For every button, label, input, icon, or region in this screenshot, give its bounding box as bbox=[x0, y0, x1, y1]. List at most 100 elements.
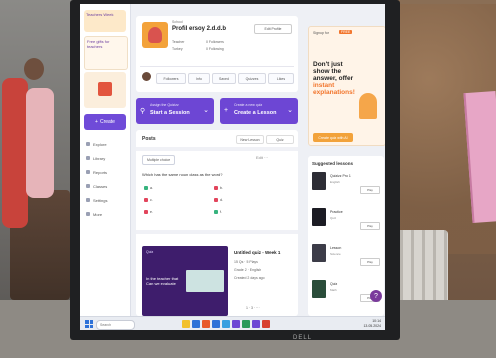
suggested-title[interactable]: Lesson bbox=[330, 246, 341, 250]
sidebar: Teachers Week Free gifts for teachers + … bbox=[80, 4, 131, 316]
taskbar-app-icon[interactable] bbox=[222, 320, 230, 328]
suggested-subtitle: English bbox=[330, 180, 340, 184]
sidebar-item-label: Reports bbox=[93, 169, 108, 175]
promo-top-label: Signup for bbox=[313, 31, 329, 35]
sidebar-item-label: Library bbox=[93, 155, 106, 161]
create-lesson-sublabel: Create a new quiz bbox=[234, 103, 263, 107]
quiz-info-line: Grade 2 · English bbox=[234, 268, 262, 272]
sidebar-promo-card[interactable]: Teachers Week bbox=[84, 10, 126, 32]
create-button-label: Create bbox=[99, 119, 115, 125]
suggested-heading: Suggested lessons bbox=[312, 161, 354, 166]
question-text: Which has the same noun class as the wor… bbox=[142, 172, 223, 177]
answer-option-a: a. bbox=[144, 186, 153, 190]
reports-icon bbox=[86, 170, 90, 174]
create-button[interactable]: + Create bbox=[84, 114, 126, 130]
suggested-title[interactable]: Quizizz Pro 1 bbox=[330, 174, 351, 178]
quiz-info-line: 15 Qs · 5 Plays bbox=[234, 260, 258, 264]
suggested-thumbnail bbox=[312, 244, 326, 262]
search-icon: ⚲ bbox=[140, 108, 146, 115]
suggested-thumbnail bbox=[312, 208, 326, 226]
quiz-thumbnail-image bbox=[186, 270, 224, 292]
promo-illustration bbox=[359, 93, 377, 119]
sidebar-item-label: Settings bbox=[93, 197, 108, 203]
suggested-title[interactable]: Quiz bbox=[330, 282, 337, 286]
sidebar-item-reports[interactable]: Reports bbox=[86, 168, 126, 176]
quiz-tag: Quiz bbox=[146, 250, 154, 254]
plus-icon: + bbox=[95, 119, 98, 125]
profile-tab-quizzes[interactable]: Quizzes bbox=[238, 73, 266, 84]
sidebar-gift-illustration bbox=[84, 72, 126, 108]
new-quiz-button[interactable]: Quiz bbox=[266, 135, 294, 144]
answer-option-b: b. bbox=[214, 186, 223, 190]
profile-tab-saved[interactable]: Saved bbox=[212, 73, 236, 84]
create-lesson-button[interactable]: + Create a new quiz Create a Lesson ⌄ bbox=[220, 98, 298, 124]
student-red-shirt bbox=[2, 78, 28, 228]
profile-tab-likes[interactable]: Likes bbox=[268, 73, 294, 84]
plus-icon: + bbox=[224, 107, 229, 114]
post-actions[interactable]: Edit ··· bbox=[256, 155, 268, 160]
chevron-down-icon: ⌄ bbox=[287, 107, 293, 114]
help-button[interactable]: ? bbox=[370, 290, 382, 302]
quiz-info-line: Created 2 days ago bbox=[234, 276, 265, 280]
gift-icon bbox=[98, 82, 112, 96]
windows-start-icon[interactable] bbox=[85, 320, 93, 328]
taskbar-app-icon[interactable] bbox=[192, 320, 200, 328]
suggested-title[interactable]: Practice bbox=[330, 210, 343, 214]
profile-tab-info[interactable]: Info bbox=[188, 73, 210, 84]
sidebar-item-classes[interactable]: Classes bbox=[86, 182, 126, 190]
chevron-down-icon: ⌄ bbox=[203, 107, 209, 114]
suggested-thumbnail bbox=[312, 280, 326, 298]
compass-icon bbox=[86, 142, 90, 146]
promo-badge: FREE bbox=[339, 30, 353, 34]
clock-date: 13.05.2024 bbox=[363, 324, 381, 328]
suggested-play-button[interactable]: Play bbox=[360, 222, 380, 230]
suggested-play-button[interactable]: Play bbox=[360, 186, 380, 194]
taskbar-search-input[interactable]: Search bbox=[96, 320, 135, 330]
promo-headline: Don't just show the answer, offer instan… bbox=[313, 61, 355, 96]
question-type-chip[interactable]: Multiple choice bbox=[142, 155, 176, 165]
quiz-title[interactable]: Untitled quiz - Week 1 bbox=[234, 250, 280, 255]
sidebar-promo-title: Teachers Week bbox=[86, 12, 114, 17]
quiz-footer[interactable]: 1 · 3 · ··· bbox=[246, 306, 260, 310]
start-session-button[interactable]: ⚲ Assign the Quizizz Start a Session ⌄ bbox=[136, 98, 214, 124]
taskbar-app-icon[interactable] bbox=[182, 320, 190, 328]
start-session-sublabel: Assign the Quizizz bbox=[150, 103, 179, 107]
sidebar-item-explore[interactable]: Explore bbox=[86, 140, 126, 148]
student-pink-shirt bbox=[26, 88, 54, 198]
sidebar-item-settings[interactable]: Settings bbox=[86, 196, 126, 204]
taskbar-app-icon[interactable] bbox=[202, 320, 210, 328]
profile-meta-country: Turkey bbox=[172, 47, 183, 51]
taskbar-app-icon[interactable] bbox=[262, 320, 270, 328]
create-lesson-label: Create a Lesson bbox=[234, 110, 277, 116]
taskbar-app-icon[interactable] bbox=[242, 320, 250, 328]
edit-profile-button[interactable]: Edit Profile bbox=[254, 24, 292, 34]
windows-taskbar: Search 10:14 13.05.2024 bbox=[80, 316, 385, 330]
correct-answer-icon bbox=[144, 186, 148, 190]
student-head bbox=[24, 58, 44, 80]
sidebar-item-library[interactable]: Library bbox=[86, 154, 126, 162]
sidebar-item-label: Classes bbox=[93, 183, 108, 189]
suggested-play-button[interactable]: Play bbox=[360, 258, 380, 266]
wrong-answer-icon bbox=[144, 198, 148, 202]
profile-tab-followers[interactable]: Followers bbox=[156, 73, 186, 84]
more-icon bbox=[86, 212, 90, 216]
profile-avatar bbox=[142, 22, 168, 48]
taskbar-app-icon[interactable] bbox=[232, 320, 240, 328]
answer-option-e: e. bbox=[144, 210, 153, 214]
promo-cta-button[interactable]: Create quiz with AI bbox=[313, 133, 353, 142]
taskbar-app-icon[interactable] bbox=[212, 320, 220, 328]
taskbar-app-icon[interactable] bbox=[252, 320, 260, 328]
sidebar-item-more[interactable]: More bbox=[86, 210, 126, 218]
profile-divider bbox=[140, 66, 294, 67]
wrong-answer-icon bbox=[144, 210, 148, 214]
sidebar-promo-card-2[interactable]: Free gifts for teachers bbox=[84, 36, 128, 70]
new-lesson-button[interactable]: New Lesson bbox=[236, 135, 264, 144]
sidebar-item-label: More bbox=[93, 211, 103, 217]
profile-meta-following[interactable]: 0 Following bbox=[206, 47, 224, 51]
suggested-subtitle: Math bbox=[330, 288, 337, 292]
taskbar-clock[interactable]: 10:14 13.05.2024 bbox=[363, 319, 381, 329]
suggested-subtitle: Quiz bbox=[330, 216, 337, 220]
profile-meta-followers[interactable]: 0 Followers bbox=[206, 40, 224, 44]
suggested-subtitle: Science bbox=[330, 252, 341, 256]
quiz-thumbnail[interactable]: Quiz In the teacher that Can we evaluate bbox=[142, 246, 228, 316]
